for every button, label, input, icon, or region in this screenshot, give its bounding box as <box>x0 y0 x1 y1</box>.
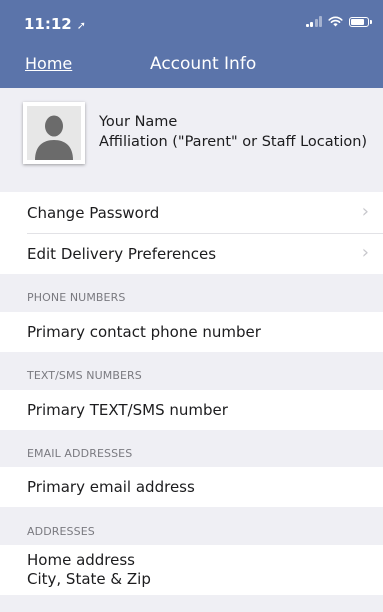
cellular-signal-icon <box>305 16 322 27</box>
change-password-row[interactable]: Change Password › <box>0 192 383 233</box>
status-bar-time: 11:12 ➚ <box>24 15 86 33</box>
battery-icon <box>349 16 372 27</box>
location-arrow-icon: ➚ <box>76 19 86 32</box>
email-address-value: Primary email address <box>27 478 195 496</box>
chevron-right-icon: › <box>361 242 369 263</box>
address-row[interactable]: Home address City, State & Zip <box>0 545 383 595</box>
page-title: Account Info <box>150 54 257 74</box>
change-password-label: Change Password <box>27 204 160 222</box>
person-silhouette-icon <box>27 106 81 160</box>
sms-number-value: Primary TEXT/SMS number <box>27 401 228 419</box>
sms-number-row[interactable]: Primary TEXT/SMS number <box>0 390 383 430</box>
profile-card: Your Name Affiliation ("Parent" or Staff… <box>0 88 383 192</box>
email-addresses-header: EMAIL ADDRESSES <box>27 447 133 460</box>
wifi-icon <box>328 16 343 27</box>
profile-affiliation: Affiliation ("Parent" or Staff Location) <box>99 134 368 150</box>
profile-name: Your Name <box>99 114 178 130</box>
addresses-header: ADDRESSES <box>27 525 95 538</box>
status-bar-icons <box>305 16 372 27</box>
edit-delivery-preferences-row[interactable]: Edit Delivery Preferences › <box>0 234 383 274</box>
phone-number-value: Primary contact phone number <box>27 323 261 341</box>
navigation-header: 11:12 ➚ Home Account Info <box>0 0 383 88</box>
address-line-1: Home address <box>27 551 135 569</box>
account-menu: Change Password › Edit Delivery Preferen… <box>0 192 383 274</box>
email-address-row[interactable]: Primary email address <box>0 467 383 507</box>
home-back-link[interactable]: Home <box>25 54 72 73</box>
address-line-2: City, State & Zip <box>27 570 151 588</box>
sms-numbers-header: TEXT/SMS NUMBERS <box>27 369 142 382</box>
time-text: 11:12 <box>24 15 72 33</box>
edit-delivery-label: Edit Delivery Preferences <box>27 245 217 263</box>
chevron-right-icon: › <box>361 201 369 222</box>
phone-numbers-header: PHONE NUMBERS <box>27 291 126 304</box>
avatar[interactable] <box>23 102 85 164</box>
phone-number-row[interactable]: Primary contact phone number <box>0 312 383 352</box>
